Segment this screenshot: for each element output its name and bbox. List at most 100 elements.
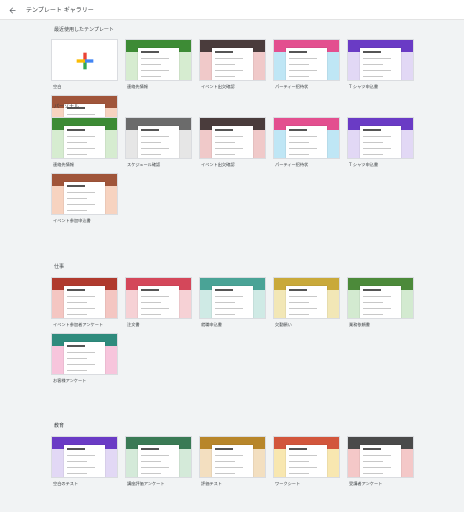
form-field-line bbox=[363, 76, 383, 77]
template-card[interactable]: T シャツ申込書 bbox=[347, 117, 414, 169]
plus-icon bbox=[75, 51, 95, 71]
form-title-line bbox=[67, 448, 85, 450]
template-label: パーティー招待状 bbox=[275, 162, 309, 167]
form-title-line bbox=[289, 129, 307, 131]
form-field-line bbox=[289, 142, 309, 143]
form-field-line bbox=[215, 142, 235, 143]
template-card[interactable]: 空白のテスト bbox=[51, 436, 118, 488]
form-field-line bbox=[141, 136, 169, 137]
page-title: テンプレート ギャラリー bbox=[26, 7, 94, 14]
template-card[interactable]: お客様アンケート bbox=[51, 333, 118, 385]
form-preview-sheet bbox=[286, 445, 327, 477]
form-field-line bbox=[141, 154, 161, 155]
template-card[interactable]: 就職申込書 bbox=[199, 277, 266, 329]
form-field-line bbox=[141, 455, 169, 456]
form-preview-sheet bbox=[64, 182, 105, 214]
form-field-line bbox=[289, 314, 309, 315]
template-card[interactable]: 空白 bbox=[51, 39, 118, 91]
form-field-line bbox=[363, 148, 391, 149]
template-label: 連絡先情報 bbox=[53, 162, 74, 167]
form-field-line bbox=[67, 148, 95, 149]
form-field-line bbox=[363, 70, 391, 71]
form-field-line bbox=[67, 308, 95, 309]
form-field-line bbox=[141, 142, 161, 143]
form-title-line bbox=[363, 289, 381, 291]
template-thumbnail bbox=[273, 277, 340, 319]
template-card[interactable]: 評価テスト bbox=[199, 436, 266, 488]
template-label: イベント出欠確認 bbox=[201, 84, 235, 89]
form-field-line bbox=[289, 64, 309, 65]
form-field-line bbox=[215, 296, 243, 297]
template-card[interactable]: 注文書 bbox=[125, 277, 192, 329]
template-card[interactable]: イベント参加申込書 bbox=[51, 173, 118, 225]
template-grid: イベント参加者アンケート 注文書 就職申込書 欠勤願い 業務依頼書お客様アンケート bbox=[51, 277, 415, 385]
form-preview-sheet bbox=[212, 445, 253, 477]
template-card[interactable]: 講座評価アンケート bbox=[125, 436, 192, 488]
template-card[interactable]: 業務依頼書 bbox=[347, 277, 414, 329]
template-card[interactable]: スケジュール確認 bbox=[125, 117, 192, 169]
form-preview-sheet bbox=[360, 48, 401, 80]
form-preview-sheet bbox=[138, 48, 179, 80]
form-field-line bbox=[141, 296, 169, 297]
form-field-line bbox=[289, 467, 317, 468]
template-card[interactable]: 欠勤願い bbox=[273, 277, 340, 329]
form-title-line bbox=[141, 129, 159, 131]
template-card[interactable]: 連絡先情報 bbox=[51, 117, 118, 169]
template-card[interactable]: T シャツ申込書 bbox=[347, 39, 414, 91]
template-card[interactable]: イベント出欠確認 bbox=[199, 39, 266, 91]
template-thumbnail bbox=[347, 277, 414, 319]
form-field-line bbox=[363, 473, 383, 474]
form-preview-sheet bbox=[212, 286, 253, 318]
template-thumbnail bbox=[199, 436, 266, 478]
form-field-line bbox=[215, 148, 243, 149]
form-field-line bbox=[215, 302, 235, 303]
template-label: スケジュール確認 bbox=[127, 162, 161, 167]
section-title: 仕事 bbox=[54, 264, 65, 270]
template-thumbnail bbox=[51, 117, 118, 159]
form-field-line bbox=[67, 198, 87, 199]
template-thumbnail bbox=[199, 39, 266, 81]
template-thumbnail bbox=[347, 39, 414, 81]
form-field-line bbox=[215, 461, 235, 462]
back-button[interactable] bbox=[2, 0, 22, 20]
template-card[interactable]: 連絡先情報 bbox=[125, 39, 192, 91]
form-field-line bbox=[289, 148, 317, 149]
template-label: T シャツ申込書 bbox=[349, 84, 379, 89]
form-field-line bbox=[363, 296, 391, 297]
template-thumbnail bbox=[51, 277, 118, 319]
template-label: 欠勤願い bbox=[275, 322, 292, 327]
form-field-line bbox=[289, 308, 317, 309]
section-title: 教育 bbox=[54, 423, 65, 429]
form-preview-sheet bbox=[64, 445, 105, 477]
form-field-line bbox=[141, 467, 169, 468]
form-field-line bbox=[363, 314, 383, 315]
form-field-line bbox=[363, 142, 383, 143]
section-title: パーソナル bbox=[54, 104, 80, 110]
template-card[interactable]: パーティー招待状 bbox=[273, 117, 340, 169]
form-field-line bbox=[141, 76, 161, 77]
form-preview-sheet bbox=[286, 126, 327, 158]
template-card[interactable]: パーティー招待状 bbox=[273, 39, 340, 91]
form-field-line bbox=[289, 70, 317, 71]
form-field-line bbox=[67, 296, 95, 297]
template-thumbnail bbox=[199, 117, 266, 159]
form-preview-sheet bbox=[286, 286, 327, 318]
form-field-line bbox=[141, 308, 169, 309]
template-thumbnail bbox=[51, 173, 118, 215]
template-card[interactable]: 受講者アンケート bbox=[347, 436, 414, 488]
form-field-line bbox=[289, 58, 317, 59]
form-preview-sheet bbox=[286, 48, 327, 80]
template-card[interactable]: イベント出欠確認 bbox=[199, 117, 266, 169]
form-field-line bbox=[289, 76, 309, 77]
form-preview-sheet bbox=[360, 445, 401, 477]
template-card[interactable]: ワークシート bbox=[273, 436, 340, 488]
form-field-line bbox=[215, 70, 243, 71]
form-field-line bbox=[67, 114, 95, 115]
template-card[interactable]: イベント参加者アンケート bbox=[51, 277, 118, 329]
template-label: パーティー招待状 bbox=[275, 84, 309, 89]
template-label: イベント参加申込書 bbox=[53, 218, 91, 223]
form-title-line bbox=[289, 51, 307, 53]
form-field-line bbox=[67, 364, 95, 365]
form-field-line bbox=[67, 467, 95, 468]
template-label: 就職申込書 bbox=[201, 322, 222, 327]
